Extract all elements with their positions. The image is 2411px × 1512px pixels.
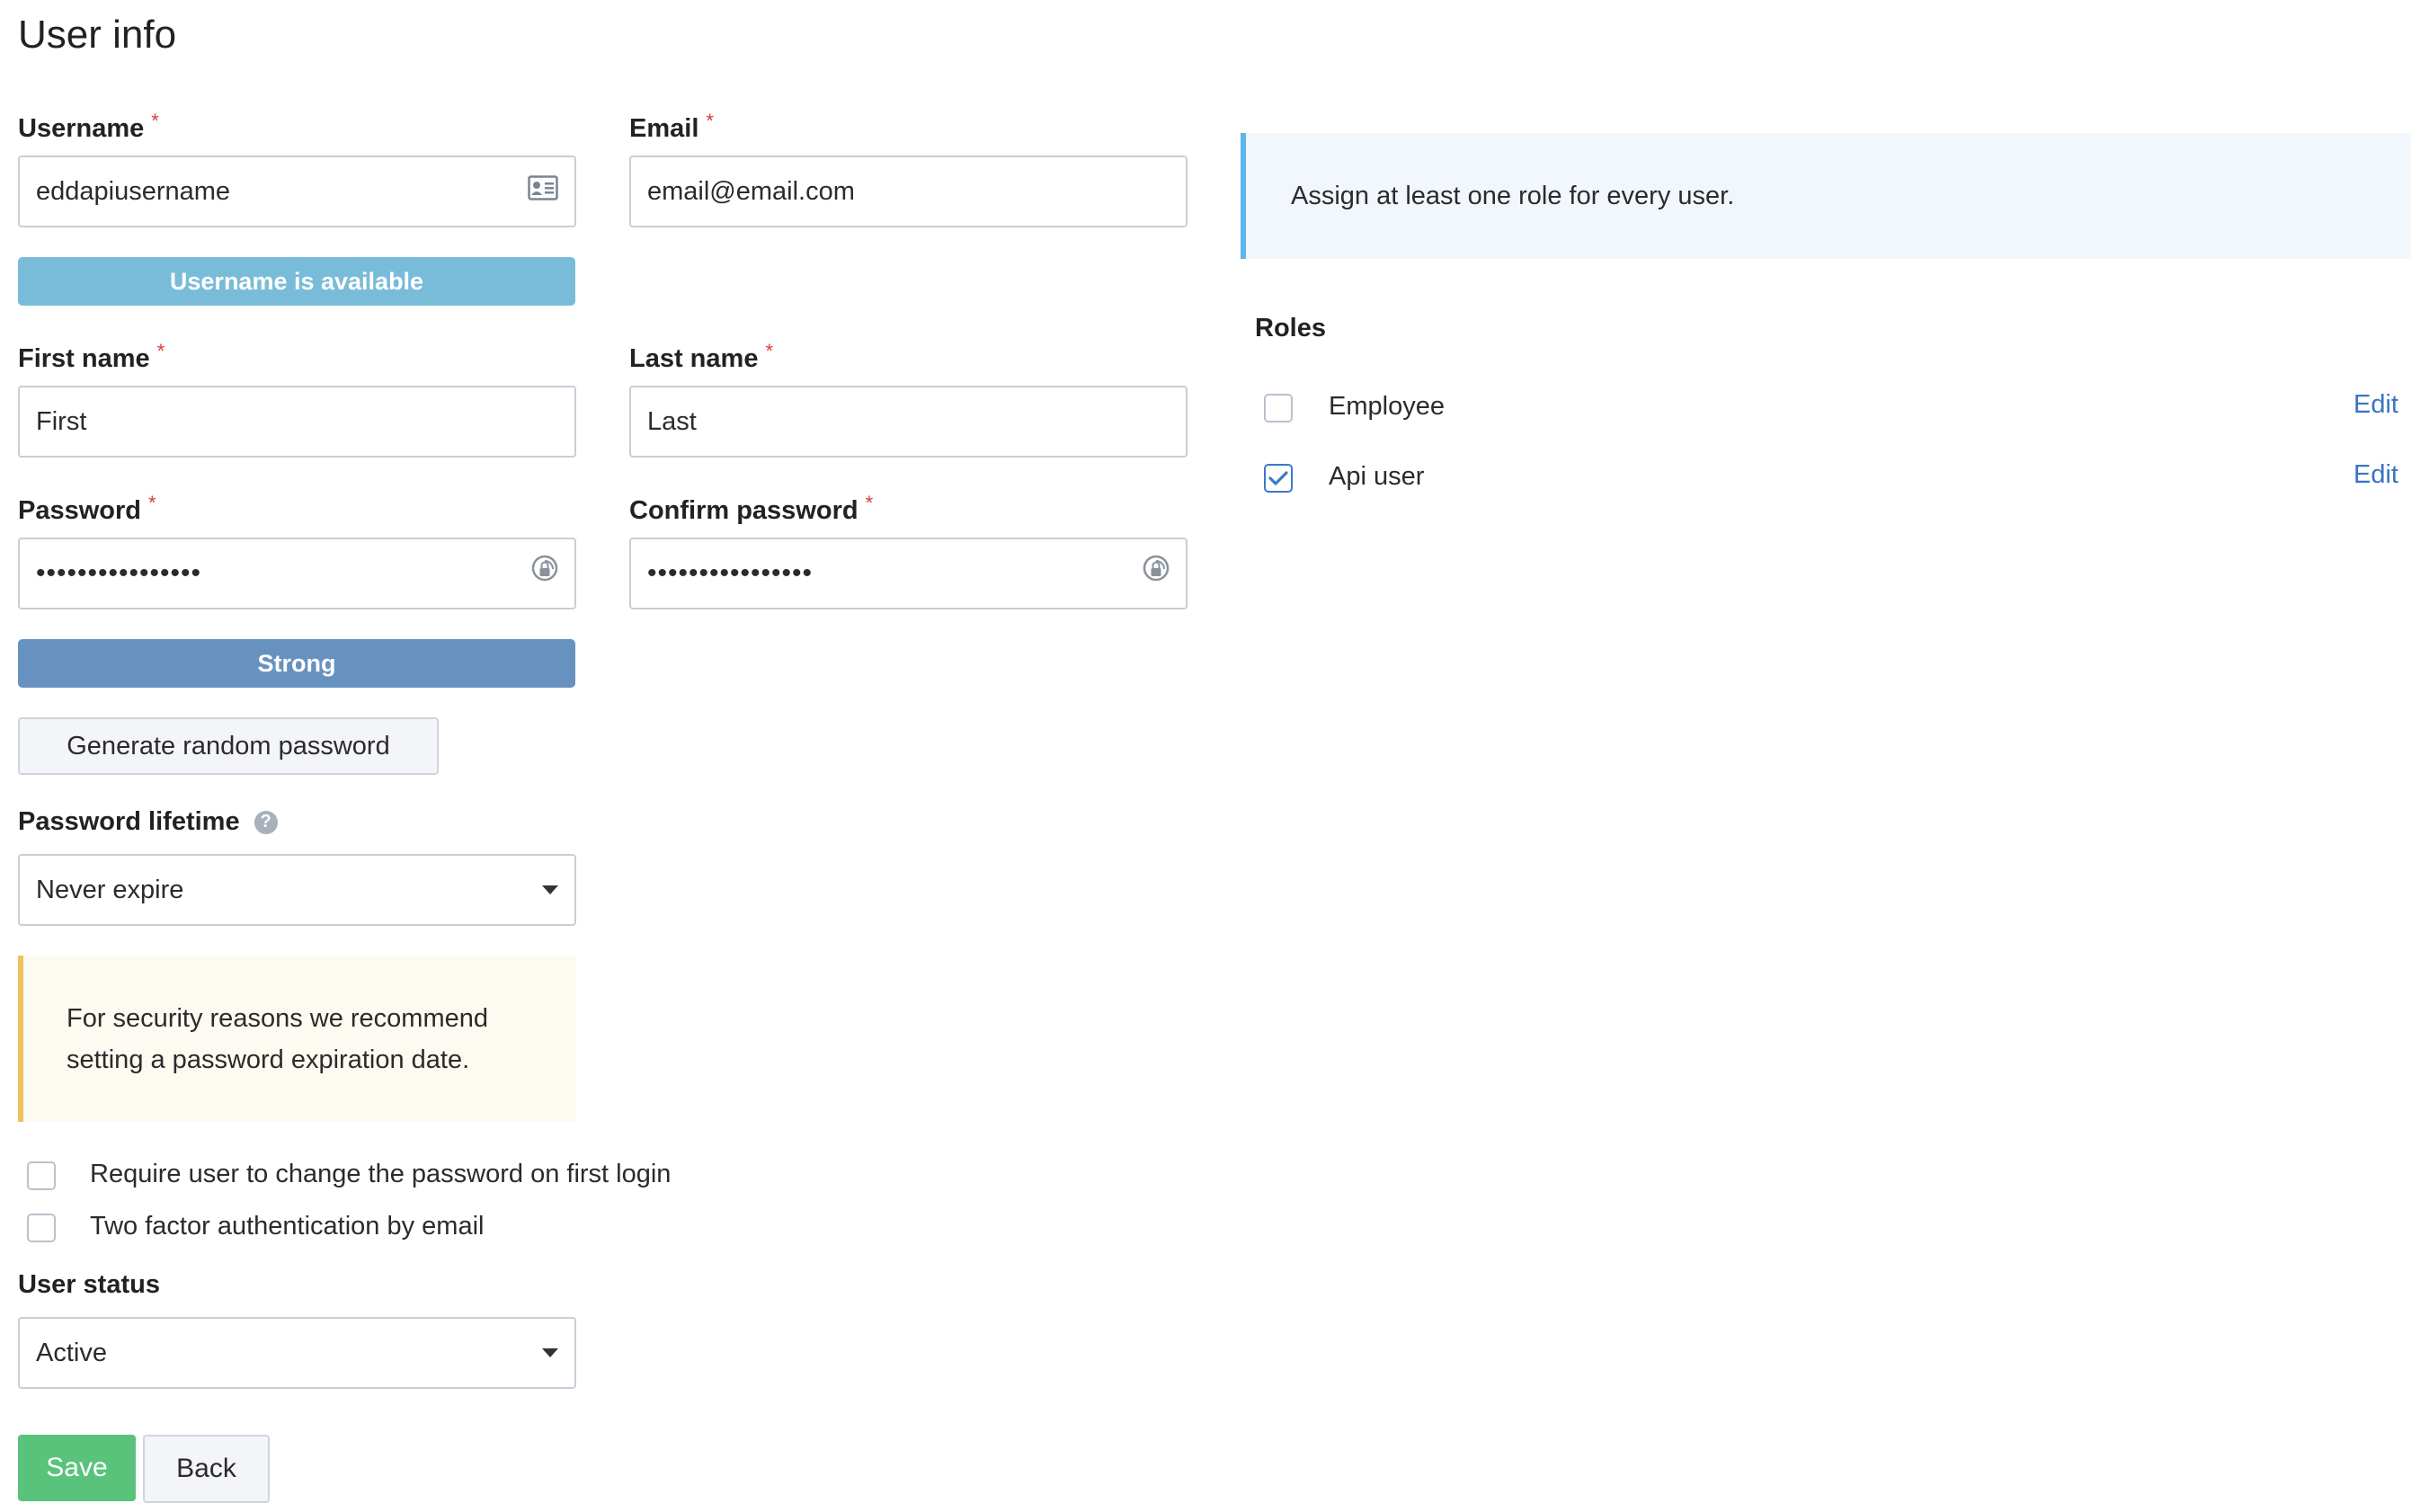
confirm-password-field[interactable]: •••••••••••••••• — [629, 538, 1188, 609]
roles-title: Roles — [1255, 314, 1326, 342]
email-label-text: Email — [629, 114, 699, 143]
email-field[interactable]: email@email.com — [629, 156, 1188, 227]
username-value[interactable]: eddapiusername — [36, 177, 528, 207]
required-marker: * — [148, 492, 156, 514]
help-icon[interactable]: ? — [254, 810, 278, 834]
confirm-password-value[interactable]: •••••••••••••••• — [647, 558, 1143, 589]
user-status-selected[interactable]: Active — [36, 1339, 542, 1368]
security-recommendation-note: For security reasons we recommend settin… — [18, 956, 576, 1122]
password-value[interactable]: •••••••••••••••• — [36, 558, 531, 589]
first-name-value[interactable]: First — [36, 407, 558, 437]
role-row-api-user: Api user Edit — [1241, 448, 2411, 511]
confirm-password-label: Confirm password * — [629, 492, 873, 526]
page-title: User info — [18, 13, 177, 57]
username-available-banner: Username is available — [18, 257, 575, 306]
last-name-label-text: Last name — [629, 344, 759, 373]
last-name-field[interactable]: Last — [629, 386, 1188, 458]
edit-role-link[interactable]: Edit — [2353, 460, 2398, 490]
required-marker: * — [156, 340, 165, 362]
role-checkbox[interactable] — [1264, 394, 1293, 422]
username-field[interactable]: eddapiusername — [18, 156, 576, 227]
required-marker: * — [865, 492, 874, 514]
first-name-label-text: First name — [18, 344, 150, 373]
security-note-line: setting a password expiration date. — [67, 1045, 470, 1074]
last-name-label: Last name * — [629, 340, 773, 374]
back-button[interactable]: Back — [143, 1435, 270, 1503]
password-lifetime-label: Password lifetime ? — [18, 807, 278, 837]
last-name-value[interactable]: Last — [647, 407, 1170, 437]
confirm-password-label-text: Confirm password — [629, 496, 859, 525]
require-password-change-checkbox[interactable] — [27, 1161, 56, 1190]
password-lifetime-label-text: Password lifetime — [18, 807, 240, 836]
save-button[interactable]: Save — [18, 1435, 136, 1501]
required-marker: * — [706, 110, 714, 132]
edit-role-link[interactable]: Edit — [2353, 390, 2398, 420]
email-label: Email * — [629, 110, 714, 144]
required-marker: * — [765, 340, 774, 362]
generate-password-button[interactable]: Generate random password — [18, 717, 439, 775]
password-lifetime-selected[interactable]: Never expire — [36, 876, 542, 905]
fingerprint-lock-icon — [1143, 555, 1170, 592]
email-value[interactable]: email@email.com — [647, 177, 1170, 207]
first-name-field[interactable]: First — [18, 386, 576, 458]
password-field[interactable]: •••••••••••••••• — [18, 538, 576, 609]
fingerprint-lock-icon — [531, 555, 558, 592]
role-checkbox[interactable] — [1264, 464, 1293, 493]
role-name: Api user — [1329, 462, 1425, 491]
required-marker: * — [151, 110, 159, 132]
role-name: Employee — [1329, 392, 1445, 421]
chevron-down-icon — [542, 1348, 558, 1357]
security-note-text: For security reasons we recommend settin… — [67, 998, 488, 1081]
user-status-label: User status — [18, 1270, 160, 1299]
checkmark-icon — [1268, 471, 1288, 485]
security-note-line: For security reasons we recommend — [67, 1003, 488, 1033]
contact-card-icon — [528, 175, 558, 208]
user-status-select[interactable]: Active — [18, 1317, 576, 1389]
two-factor-label[interactable]: Two factor authentication by email — [90, 1212, 484, 1241]
password-lifetime-select[interactable]: Never expire — [18, 854, 576, 926]
password-strength-meter: Strong — [18, 639, 575, 688]
roles-info-note: Assign at least one role for every user. — [1241, 133, 2411, 259]
two-factor-checkbox[interactable] — [27, 1214, 56, 1242]
first-name-label: First name * — [18, 340, 165, 374]
chevron-down-icon — [542, 885, 558, 894]
username-label: Username * — [18, 110, 159, 144]
username-label-text: Username — [18, 114, 145, 143]
require-password-change-label[interactable]: Require user to change the password on f… — [90, 1160, 671, 1189]
user-info-page: User info Username * eddapiusername Usern… — [0, 0, 2411, 1512]
password-label: Password * — [18, 492, 156, 526]
role-row-employee: Employee Edit — [1241, 378, 2411, 440]
password-label-text: Password — [18, 496, 141, 525]
